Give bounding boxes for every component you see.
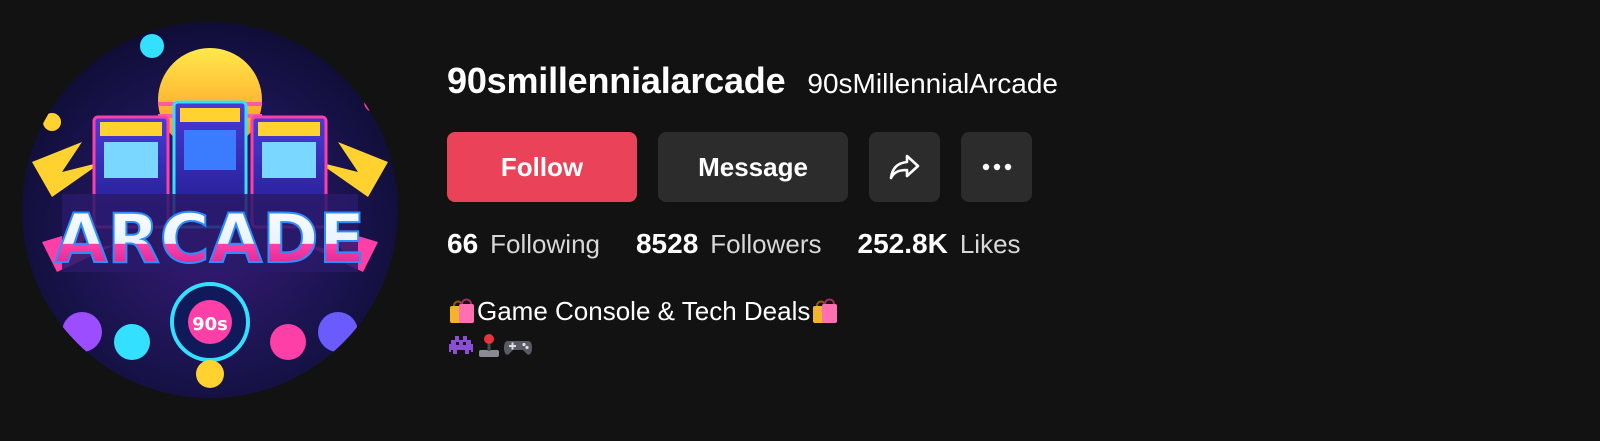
- username: 90smillennialarcade: [447, 60, 786, 101]
- stat-label: Following: [490, 229, 600, 259]
- shopping-bags-icon: [813, 298, 838, 323]
- bio-text: Game Console & Tech Deals: [477, 295, 811, 326]
- avatar-title-text: ARCADE: [55, 200, 365, 279]
- bio-line-1: Game Console & Tech Deals: [447, 294, 1058, 328]
- message-button-label: Message: [698, 151, 808, 182]
- alien-monster-icon: [449, 336, 473, 354]
- message-button[interactable]: Message: [658, 132, 848, 202]
- more-dots-icon: [982, 163, 1011, 171]
- stat-followers[interactable]: 8528 Followers: [636, 228, 822, 260]
- stat-label: Followers: [710, 229, 822, 259]
- avatar-badge-text: 90s: [192, 314, 228, 335]
- action-buttons: Follow Message: [447, 132, 1058, 202]
- share-button[interactable]: [869, 132, 940, 202]
- avatar-artwork: ARCADE 90s: [22, 22, 398, 398]
- stat-value: 66: [447, 228, 479, 259]
- bio: Game Console & Tech Deals: [447, 294, 1058, 362]
- stat-following[interactable]: 66 Following: [447, 228, 600, 260]
- more-button[interactable]: [961, 132, 1032, 202]
- profile-info: 90smillennialarcade 90sMillennialArcade …: [447, 60, 1058, 362]
- nickname: 90sMillennialArcade: [807, 68, 1058, 99]
- gamepad-icon: [504, 341, 532, 355]
- joystick-icon: [479, 334, 499, 357]
- profile-stats: 66 Following 8528 Followers 252.8K Likes: [447, 228, 1058, 268]
- follow-button-label: Follow: [500, 151, 584, 182]
- follow-button[interactable]: Follow: [447, 132, 637, 202]
- stat-value: 8528: [635, 228, 699, 259]
- name-row: 90smillennialarcade 90sMillennialArcade: [447, 60, 1058, 112]
- shopping-bags-icon: [450, 298, 474, 323]
- avatar[interactable]: ARCADE 90s: [22, 22, 398, 398]
- stat-likes: 252.8K Likes: [858, 228, 1021, 260]
- stat-value: 252.8K: [857, 228, 948, 259]
- share-arrow-icon: [889, 154, 919, 180]
- bio-line-2: [447, 330, 1058, 362]
- stat-label: Likes: [959, 229, 1021, 259]
- profile-header: ARCADE 90s 90smillennialarcade 90sMillen…: [0, 0, 1600, 441]
